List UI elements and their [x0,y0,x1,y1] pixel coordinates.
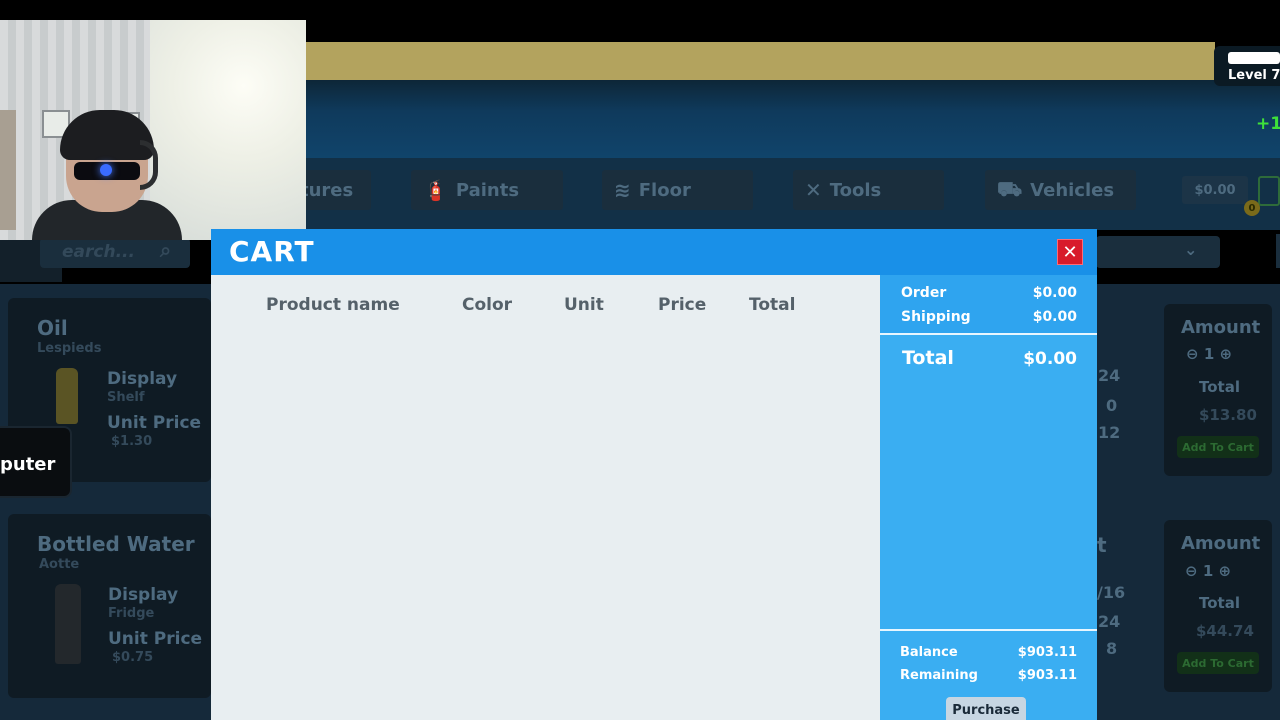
unit-price-label: Unit Price [108,629,203,649]
tab-vehicles[interactable]: ⛟ Vehicles [985,170,1136,210]
top-progress-bar [300,42,1215,80]
truck-icon: ⛟ [997,176,1023,201]
purchase-button[interactable]: Purchase [946,697,1026,720]
plus-icon[interactable]: ⊕ [1218,562,1231,580]
tab-paints[interactable]: 🧯 Paints [411,170,563,210]
stock-value: 8 [1106,639,1118,658]
display-value: Shelf [107,390,145,405]
unit-price-value: $1.30 [111,434,153,449]
header-band [300,80,1280,158]
cart-money: $0.00 [1182,176,1248,204]
total-label: Total [1199,594,1240,612]
balance-summary: Balance $903.11 Remaining $903.11 Purcha… [880,629,1097,720]
display-label: Display [107,369,178,389]
close-icon: ✕ [1062,241,1078,263]
tab-label: Tools [829,179,882,201]
tab-label: Floor [638,179,691,201]
unit-price-label: Unit Price [107,413,202,433]
webcam-overlay [0,20,306,240]
cart-badge: 0 [1244,200,1260,216]
computer-tab[interactable]: puter [0,428,70,496]
webcam-shelf [0,110,16,230]
remaining-value: $903.11 [1017,668,1077,683]
total-value: $44.74 [1196,622,1254,640]
amount-label: Amount [1181,533,1261,554]
minus-icon[interactable]: ⊖ [1186,345,1199,363]
search-icon[interactable]: ⌕ [160,238,171,262]
webcam-blue-light [100,164,112,176]
tab-tools[interactable]: ✕ Tools [793,170,944,210]
tab-label: tures [300,179,354,201]
tab-floor[interactable]: ≋ Floor [602,170,753,210]
cart-modal: CART ✕ Product name Color Unit Price Tot… [211,229,1097,720]
stock-value: 0 [1106,396,1118,415]
order-label: Order [901,285,947,301]
close-button[interactable]: ✕ [1057,239,1083,265]
product-name: Bottled Water [37,532,195,556]
product-name: Oil [37,316,68,340]
order-value: $0.00 [1032,285,1077,301]
cart-items-table: Product name Color Unit Price Total [211,275,880,720]
total-label: Total [902,347,954,369]
order-summary: Order $0.00 Shipping $0.00 [880,275,1097,335]
tab-label: Paints [455,179,520,201]
add-to-cart-button[interactable]: Add To Cart [1177,436,1259,458]
sort-dropdown[interactable] [1096,236,1220,268]
minus-icon[interactable]: ⊖ [1185,562,1198,580]
quantity-stepper[interactable]: ⊖ 1 ⊕ [1186,345,1232,363]
tab-furniture[interactable]: tures [300,170,371,210]
quantity-value: 1 [1202,562,1214,580]
cart-summary: Order $0.00 Shipping $0.00 Total $0.00 B… [880,275,1097,720]
column-header-price: Price [658,295,707,315]
display-label: Display [108,585,179,605]
stock-value: 24 [1098,612,1121,631]
level-label: Level 7 [1228,68,1280,83]
stock-value: 12 [1098,423,1121,442]
balance-value: $903.11 [1017,645,1077,660]
tab-label: Vehicles [1030,179,1115,201]
product-brand: Aotte [39,557,80,572]
layers-icon: ≋ [614,178,631,202]
quantity-value: 1 [1203,345,1215,363]
shipping-value: $0.00 [1032,309,1077,325]
cart-icon[interactable] [1258,176,1280,206]
total-value: $13.80 [1199,406,1257,424]
total-value: $0.00 [1023,349,1077,369]
product-brand: Lespieds [37,341,102,356]
amount-label: Amount [1181,317,1261,338]
shipping-label: Shipping [901,309,971,325]
column-header-product: Product name [266,295,400,315]
money-gain: +18 [1256,114,1280,134]
column-header-total: Total [749,295,796,315]
cart-title: CART [229,235,315,268]
water-bottle-image [55,584,81,664]
total-label: Total [1199,378,1240,396]
quantity-stepper[interactable]: ⊖ 1 ⊕ [1185,562,1231,580]
column-header-color: Color [462,295,513,315]
column-header-unit: Unit [564,295,604,315]
tools-icon: ✕ [805,178,822,202]
xp-bar [1228,52,1280,64]
oil-bottle-image [56,368,78,424]
scroll-edge [1276,234,1280,268]
paint-bucket-icon: 🧯 [423,178,448,202]
webcam-window-light [150,20,306,240]
unit-price-value: $0.75 [112,650,154,665]
stock-value: 24 [1098,366,1121,385]
display-value: Fridge [108,606,155,621]
stock-header: t [1097,533,1107,557]
balance-label: Balance [900,645,958,660]
stock-value: /16 [1097,583,1126,602]
plus-icon[interactable]: ⊕ [1219,345,1232,363]
remaining-label: Remaining [900,668,978,683]
game-screen: Level 7 +18 tures 🧯 Paints ≋ Floor ✕ Too… [0,0,1280,720]
add-to-cart-button[interactable]: Add To Cart [1177,652,1259,674]
chevron-down-icon: ⌄ [1184,240,1198,259]
cart-header: CART ✕ [211,229,1097,275]
